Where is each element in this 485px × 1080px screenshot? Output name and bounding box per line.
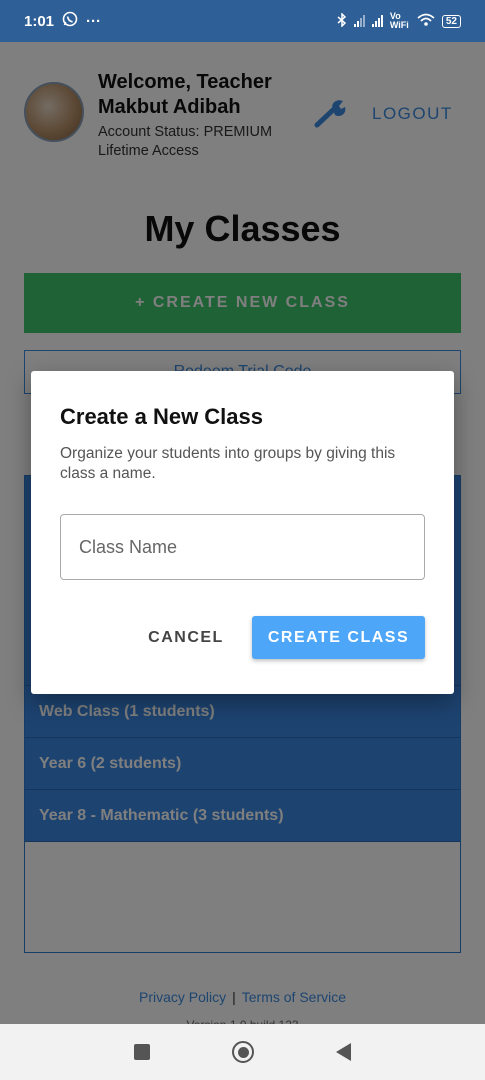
dialog-title: Create a New Class [60,404,263,429]
class-name-input[interactable] [60,514,425,580]
battery-icon: 52 [441,14,461,28]
status-bar: 1:01 ··· Vo WiFi 52 [0,0,485,42]
create-class-dialog: Create a New Class Organize your student… [31,371,454,694]
system-nav-bar [0,1024,485,1080]
whatsapp-icon [62,11,78,31]
recent-apps-icon[interactable] [134,1044,150,1060]
home-icon[interactable] [232,1041,254,1063]
create-class-button[interactable]: CREATE CLASS [252,616,425,659]
bluetooth-icon [337,11,347,30]
signal-icon-2 [371,15,383,27]
status-time: 1:01 [24,12,55,30]
signal-icon-1 [353,15,365,27]
back-icon[interactable] [336,1043,351,1061]
vowifi-label: Vo WiFi [389,11,409,30]
more-notifications-icon: ··· [86,12,102,30]
wifi-icon [417,13,435,29]
dialog-description: Organize your students into groups by gi… [60,445,396,482]
cancel-button[interactable]: CANCEL [141,616,231,660]
